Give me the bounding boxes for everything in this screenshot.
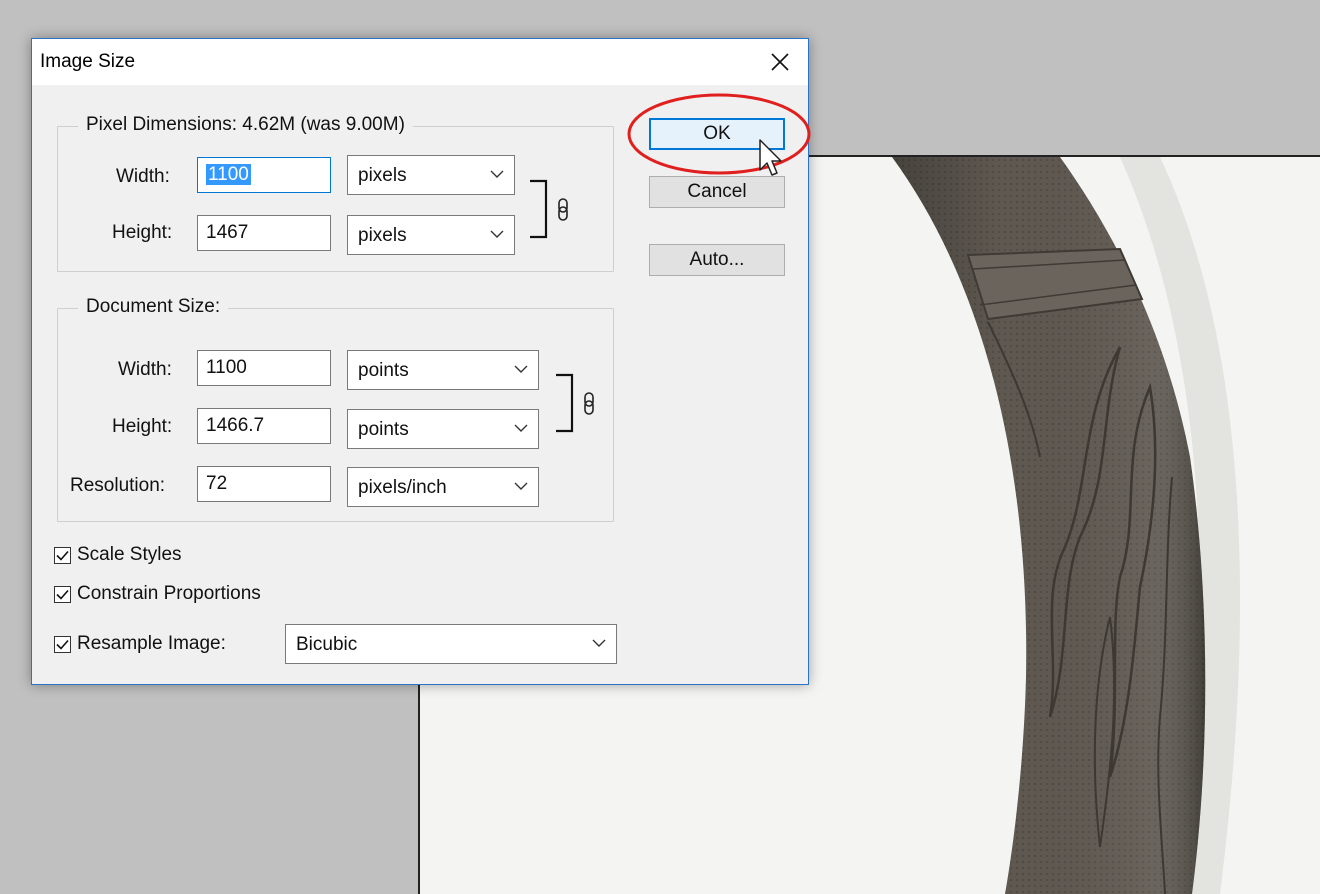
resample-method: Bicubic (296, 634, 358, 655)
chevron-down-icon (490, 230, 504, 238)
resample-image-checkbox[interactable] (54, 635, 71, 653)
doc-height-field[interactable]: 1466.7 (197, 408, 331, 444)
pixel-height-unit-select[interactable]: pixels (347, 215, 515, 255)
constrain-proportions-option[interactable]: Constrain Proportions (54, 583, 261, 605)
dialog-title: Image Size (40, 51, 136, 72)
chevron-down-icon (514, 482, 528, 490)
constrain-proportions-checkbox[interactable] (54, 585, 71, 603)
resolution-field[interactable]: 72 (197, 466, 331, 502)
pixel-height-label: Height: (112, 222, 173, 243)
doc-height-value: 1466.7 (206, 415, 265, 436)
doc-width-unit-select[interactable]: points (347, 350, 539, 390)
ok-highlight-circle (627, 93, 811, 175)
scale-styles-label: Scale Styles (77, 544, 182, 565)
chain-link-icon (558, 198, 568, 221)
pixel-width-unit: pixels (358, 165, 407, 186)
pixel-width-field[interactable]: 1100 (197, 157, 331, 193)
constrain-proportions-label: Constrain Proportions (77, 583, 261, 604)
resolution-label: Resolution: (70, 475, 166, 496)
doc-height-label: Height: (112, 416, 173, 437)
pixel-dimensions-legend: Pixel Dimensions: 4.62M (was 9.00M) (78, 114, 413, 136)
checkmark-icon (56, 639, 69, 650)
chain-link-icon (584, 392, 594, 415)
pixel-width-label: Width: (116, 166, 170, 187)
mouse-pointer-icon (759, 139, 782, 176)
constrain-link-bracket (556, 373, 594, 433)
auto-button[interactable]: Auto... (649, 244, 785, 276)
doc-width-field[interactable]: 1100 (197, 350, 331, 386)
doc-width-unit: points (358, 360, 409, 381)
doc-height-unit-select[interactable]: points (347, 409, 539, 449)
chevron-down-icon (514, 365, 528, 373)
constrain-link-bracket (530, 179, 568, 239)
scale-styles-option[interactable]: Scale Styles (54, 544, 182, 566)
close-icon (771, 53, 789, 71)
dialog-titlebar[interactable]: Image Size (32, 39, 808, 85)
chevron-down-icon (592, 639, 606, 647)
checkmark-icon (56, 589, 69, 600)
resample-image-label: Resample Image: (77, 633, 226, 654)
doc-width-label: Width: (118, 359, 172, 380)
scale-styles-checkbox[interactable] (54, 546, 71, 564)
pixel-height-field[interactable]: 1467 (197, 215, 331, 251)
checkmark-icon (56, 550, 69, 561)
chevron-down-icon (490, 170, 504, 178)
pixel-height-unit: pixels (358, 225, 407, 246)
document-size-legend: Document Size: (78, 296, 229, 318)
doc-height-unit: points (358, 419, 409, 440)
resolution-unit-select[interactable]: pixels/inch (347, 467, 539, 507)
cancel-button[interactable]: Cancel (649, 176, 785, 208)
doc-width-value: 1100 (206, 357, 247, 378)
resample-method-select[interactable]: Bicubic (285, 624, 617, 664)
resample-image-option[interactable]: Resample Image: (54, 633, 226, 655)
pixel-height-value: 1467 (206, 222, 249, 243)
pixel-width-value: 1100 (206, 164, 251, 185)
resolution-unit: pixels/inch (358, 477, 447, 498)
resolution-value: 72 (206, 473, 228, 494)
pixel-width-unit-select[interactable]: pixels (347, 155, 515, 195)
close-button[interactable] (760, 43, 800, 81)
chevron-down-icon (514, 424, 528, 432)
